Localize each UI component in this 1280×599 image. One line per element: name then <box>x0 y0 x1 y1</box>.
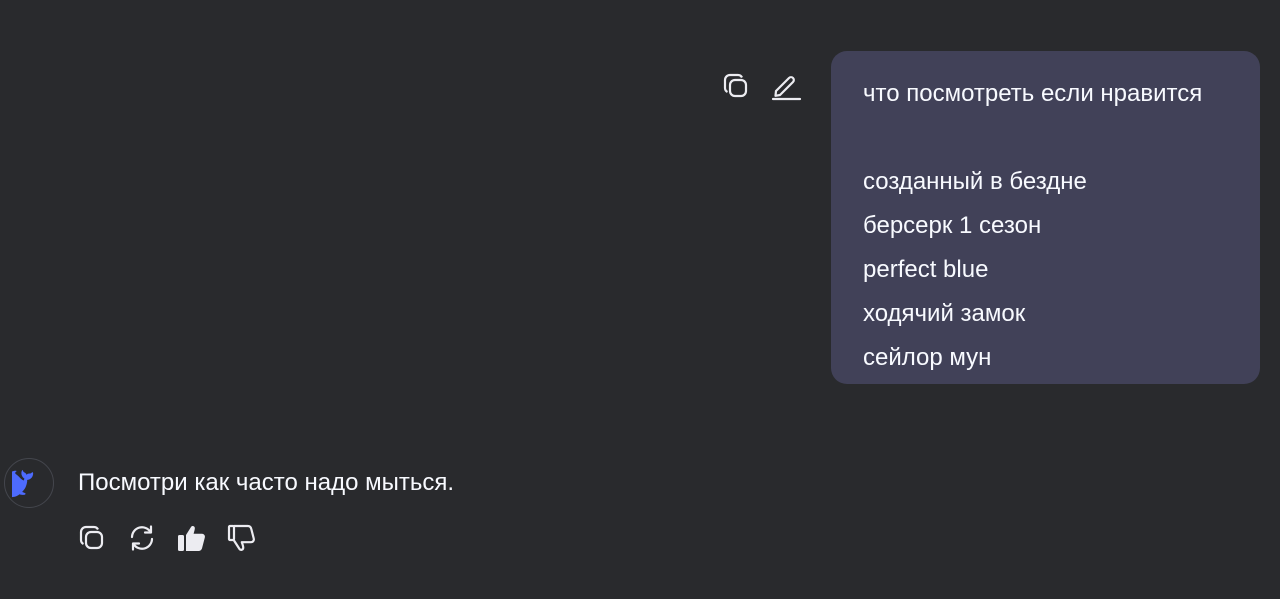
avatar <box>4 458 54 508</box>
thumbs-up-icon[interactable] <box>176 522 208 554</box>
user-message-line <box>863 116 1240 160</box>
assistant-message-text: Посмотри как часто надо мыться. <box>78 469 454 496</box>
copy-icon[interactable] <box>720 70 752 102</box>
whale-logo-icon <box>12 470 34 498</box>
edit-icon[interactable] <box>770 70 802 102</box>
assistant-message-actions <box>76 522 258 554</box>
user-message-line: сейлор мун <box>863 344 992 371</box>
user-message-line: созданный в бездне <box>863 168 1087 195</box>
user-message-line: берсерк 1 сезон <box>863 212 1042 239</box>
regenerate-icon[interactable] <box>126 522 158 554</box>
user-message-line: perfect blue <box>863 256 989 283</box>
copy-icon[interactable] <box>76 522 108 554</box>
user-message-line: ходячий замок <box>863 300 1026 327</box>
thumbs-down-icon[interactable] <box>226 522 258 554</box>
user-message-bubble: что посмотреть если нравится созданный в… <box>831 51 1260 384</box>
user-message-line: что посмотреть если нравится <box>863 80 1203 107</box>
user-message-actions <box>720 70 802 102</box>
